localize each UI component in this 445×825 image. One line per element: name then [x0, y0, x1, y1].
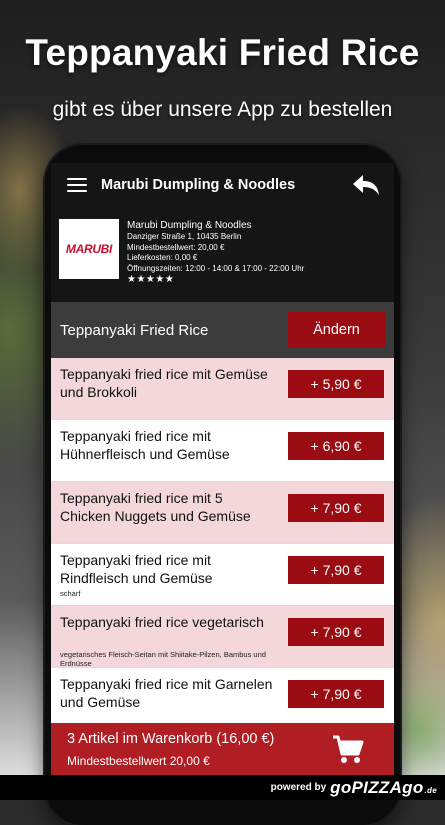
app-bar-title: Marubi Dumpling & Noodles [101, 177, 296, 193]
menu-item-name: Teppanyaki fried rice vegetarisch [60, 614, 264, 630]
add-item-price-button[interactable]: + 7,90 € [288, 556, 384, 584]
back-arrow-icon[interactable] [352, 173, 380, 197]
menu-item[interactable]: Teppanyaki fried rice vegetarisch vegeta… [51, 606, 394, 668]
powered-by-label: powered by [270, 782, 327, 793]
menu-item[interactable]: Teppanyaki fried rice mit Rindfleisch un… [51, 544, 394, 606]
rating-stars: ★★★★★ [127, 274, 175, 285]
restaurant-opening-hours: Öffnungszeiten: 12:00 - 14:00 & 17:00 - … [127, 263, 305, 273]
menu-item-name: Teppanyaki fried rice mit Garnelen und G… [60, 676, 273, 710]
menu-item-description: scharf [60, 589, 81, 598]
add-item-price-button[interactable]: + 7,90 € [288, 680, 384, 708]
restaurant-delivery-cost: Lieferkosten: 0,00 € [127, 253, 198, 262]
category-bar: Teppanyaki Fried Rice Ändern [51, 302, 394, 358]
app-bar: Marubi Dumpling & Noodles [51, 163, 394, 207]
app-screen: Marubi Dumpling & Noodles MARUBI Marubi … [51, 163, 394, 775]
restaurant-address: Danziger Straße 1, 10435 Berlin [127, 232, 242, 241]
add-item-price-button[interactable]: + 5,90 € [288, 370, 384, 398]
logo-text: MARUBI [65, 242, 113, 256]
restaurant-name: Marubi Dumpling & Noodles [127, 220, 252, 231]
menu-item-name: Teppanyaki fried rice mit Hühnerfleisch … [60, 428, 230, 462]
restaurant-min-order: Mindestbestellwert: 20,00 € [127, 242, 225, 252]
restaurant-header: MARUBI Marubi Dumpling & Noodles Danzige… [51, 207, 394, 302]
brand-suffix: .de [424, 785, 437, 795]
brand-go: go [402, 777, 424, 797]
brand-prefix: go [330, 777, 352, 797]
cart-summary: 3 Artikel im Warenkorb (16,00 €) [67, 731, 275, 747]
restaurant-logo: MARUBI [59, 219, 119, 279]
add-item-price-button[interactable]: + 6,90 € [288, 432, 384, 460]
shopping-cart-icon[interactable] [332, 735, 364, 765]
menu-item-name: Teppanyaki fried rice mit Gemüse und Bro… [60, 366, 268, 400]
category-title: Teppanyaki Fried Rice [60, 321, 209, 339]
add-item-price-button[interactable]: + 7,90 € [288, 494, 384, 522]
hamburger-menu-icon[interactable] [67, 178, 87, 192]
brand-main: PIZZA [351, 777, 403, 797]
promo-subline: gibt es über unsere App zu bestellen [52, 98, 393, 121]
menu-item[interactable]: Teppanyaki fried rice mit 5 Chicken Nugg… [51, 482, 394, 544]
cart-bar[interactable]: 3 Artikel im Warenkorb (16,00 €) Mindest… [51, 723, 394, 775]
menu-item-name: Teppanyaki fried rice mit Rindfleisch un… [60, 552, 213, 586]
footer-bar: powered by goPIZZAgo.de [0, 775, 445, 800]
menu-item[interactable]: Teppanyaki fried rice mit Gemüse und Bro… [51, 358, 394, 420]
menu-item-list: Teppanyaki fried rice mit Gemüse und Bro… [51, 358, 394, 730]
restaurant-info: Marubi Dumpling & Noodles Danziger Straß… [127, 219, 304, 286]
menu-item-name: Teppanyaki fried rice mit 5 Chicken Nugg… [60, 490, 251, 524]
change-category-button[interactable]: Ändern [288, 312, 385, 348]
menu-item-description: vegetarisches Fleisch-Seitan mit Shiitak… [60, 650, 266, 668]
cart-min-order: Mindestbestellwert 20,00 € [67, 754, 210, 768]
add-item-price-button[interactable]: + 7,90 € [288, 618, 384, 646]
promo-headline: Teppanyaki Fried Rice [25, 32, 420, 73]
menu-item[interactable]: Teppanyaki fried rice mit Hühnerfleisch … [51, 420, 394, 482]
brand-logo: goPIZZAgo.de [330, 778, 437, 798]
menu-item[interactable]: Teppanyaki fried rice mit Garnelen und G… [51, 668, 394, 730]
